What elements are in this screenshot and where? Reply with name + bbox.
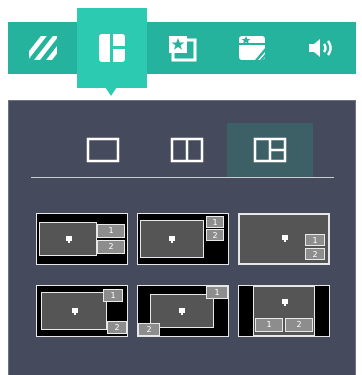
tab-triple-view[interactable]: [227, 123, 313, 177]
layout-preset-5[interactable]: 1 2: [137, 285, 229, 337]
volume-button[interactable]: [287, 22, 357, 74]
view-2: 2: [138, 323, 160, 336]
overlay-button[interactable]: [217, 22, 287, 74]
monitor-icon: [72, 308, 78, 315]
star-window-icon: [239, 36, 265, 60]
tab-single-view[interactable]: [60, 123, 146, 177]
monitor-icon: [66, 236, 72, 243]
split-view-icon: [170, 137, 204, 163]
star-frame-icon: [169, 36, 197, 62]
main-view: [41, 292, 107, 330]
monitor-icon: [282, 235, 288, 242]
view-2: 2: [285, 318, 313, 332]
monitor-icon: [169, 236, 175, 243]
layout-preset-3[interactable]: 1 2: [238, 213, 330, 265]
layout-button[interactable]: [77, 8, 147, 88]
top-toolbar: [8, 8, 357, 88]
view-2: 2: [107, 321, 127, 334]
stripes-icon: [29, 36, 57, 60]
monitor-icon: [282, 299, 288, 306]
triple-view-icon: [253, 137, 287, 163]
volume-icon: [309, 39, 332, 57]
layout-preset-4[interactable]: 1 2: [36, 285, 128, 337]
view-2: 2: [305, 248, 325, 260]
view-1: 1: [103, 289, 123, 302]
view-2: 2: [97, 240, 125, 254]
view-1: 1: [305, 234, 325, 246]
main-view: [140, 220, 204, 258]
view-1: 1: [255, 318, 283, 332]
layout-preset-2[interactable]: 1 2: [137, 213, 229, 265]
tabs-divider: [31, 177, 334, 178]
view-1: 1: [97, 224, 125, 238]
sticker-button[interactable]: [147, 22, 217, 74]
layout-preset-1[interactable]: 1 2: [36, 213, 128, 265]
layout-panel: 1 2 1 2 1 2 1 2 1 2 1 2: [8, 100, 356, 375]
view-2: 2: [206, 229, 224, 241]
background-button[interactable]: [8, 22, 78, 74]
view-1: 1: [206, 286, 228, 299]
layout-icon: [99, 34, 125, 62]
view-1: 1: [206, 216, 224, 228]
layout-popup: 1 2 1 2 1 2 1 2 1 2 1 2: [0, 0, 362, 375]
tab-split-view[interactable]: [144, 123, 230, 177]
single-view-icon: [86, 137, 120, 163]
layout-preset-6[interactable]: 1 2: [238, 285, 330, 337]
active-pointer: [103, 84, 119, 96]
monitor-icon: [179, 308, 185, 315]
main-view: [39, 222, 97, 256]
